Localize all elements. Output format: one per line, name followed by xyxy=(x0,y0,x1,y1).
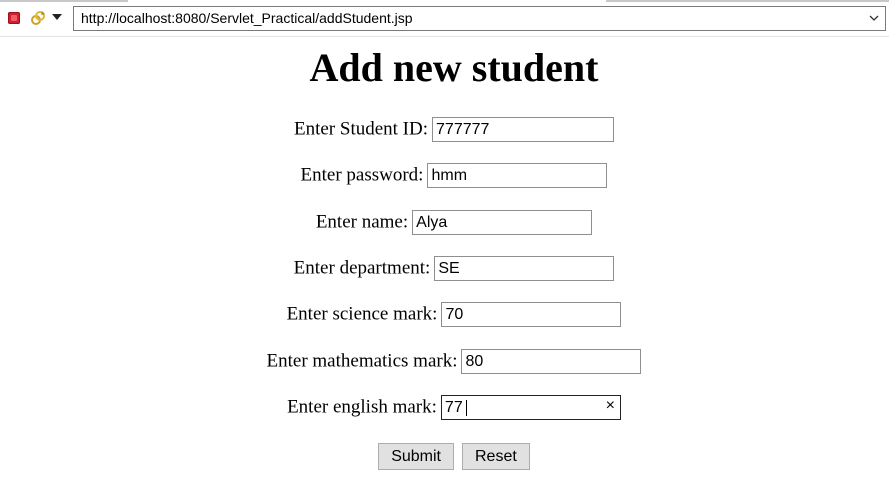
science-mark-field-box xyxy=(441,302,622,327)
url-text[interactable]: http://localhost:8080/Servlet_Practical/… xyxy=(81,10,413,26)
english-mark-input[interactable] xyxy=(444,397,595,418)
department-input[interactable] xyxy=(438,258,589,279)
mathematics-mark-label: Enter mathematics mark: xyxy=(266,350,458,372)
page-title: Add new student xyxy=(309,45,599,90)
mathematics-mark-input[interactable] xyxy=(465,351,616,372)
stop-icon[interactable] xyxy=(8,12,20,24)
department-row: Enter department: xyxy=(0,256,889,281)
browser-toolbar: http://localhost:8080/Servlet_Practical/… xyxy=(0,0,889,37)
name-label: Enter name: xyxy=(315,211,409,233)
student-id-label: Enter Student ID: xyxy=(293,118,429,140)
tab-strip-edge xyxy=(0,0,128,2)
english-mark-row: Enter english mark: × xyxy=(0,395,889,420)
password-input[interactable] xyxy=(431,165,582,186)
student-id-input[interactable] xyxy=(436,119,587,140)
password-label: Enter password: xyxy=(300,164,424,186)
clear-icon[interactable]: × xyxy=(606,397,615,415)
english-mark-label: Enter english mark: xyxy=(287,396,437,418)
mathematics-mark-row: Enter mathematics mark: xyxy=(0,349,889,374)
password-field-box xyxy=(427,163,608,188)
password-row: Enter password: xyxy=(0,163,889,188)
url-bar[interactable]: http://localhost:8080/Servlet_Practical/… xyxy=(73,6,886,31)
text-caret xyxy=(465,400,467,416)
science-mark-input[interactable] xyxy=(445,304,596,325)
submit-button[interactable]: Submit xyxy=(378,443,454,470)
reset-button[interactable]: Reset xyxy=(462,443,530,470)
english-mark-field-box: × xyxy=(440,395,621,420)
mathematics-mark-field-box xyxy=(461,349,642,374)
department-field-box xyxy=(434,256,615,281)
refresh-icon[interactable] xyxy=(30,10,46,26)
name-input[interactable] xyxy=(416,212,567,233)
tab-strip-edge xyxy=(606,0,889,2)
department-label: Enter department: xyxy=(293,257,431,279)
name-row: Enter name: xyxy=(0,210,889,235)
name-field-box xyxy=(412,210,593,235)
student-id-row: Enter Student ID: xyxy=(0,117,889,142)
url-dropdown-icon[interactable] xyxy=(869,13,879,23)
menu-dropdown-icon[interactable] xyxy=(52,14,62,20)
science-mark-label: Enter science mark: xyxy=(286,303,438,325)
student-id-field-box xyxy=(432,117,615,142)
science-mark-row: Enter science mark: xyxy=(0,302,889,327)
form-buttons: Submit Reset xyxy=(0,443,889,470)
